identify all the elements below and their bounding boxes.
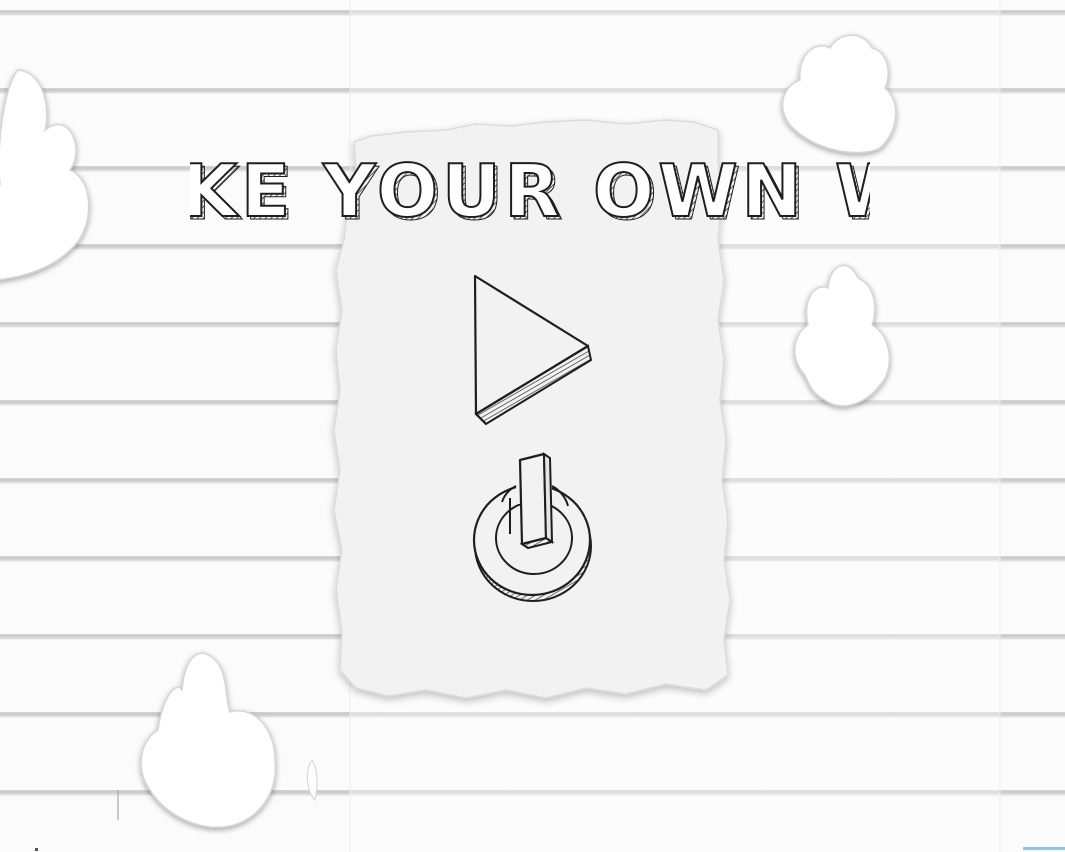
cloud-icon bbox=[0, 69, 90, 281]
cloud-icon bbox=[306, 758, 318, 802]
game-title: MAKE YOUR OWN WAY MAKE YOUR OWN WAY bbox=[190, 148, 870, 235]
play-button[interactable] bbox=[460, 268, 600, 433]
corner-accent-bar bbox=[1023, 847, 1065, 850]
power-icon bbox=[472, 452, 592, 602]
power-button[interactable] bbox=[462, 448, 602, 610]
title-text: MAKE YOUR OWN WAY bbox=[190, 149, 870, 233]
cloud-icon bbox=[781, 34, 897, 154]
main-menu-screen: MAKE YOUR OWN WAY MAKE YOUR OWN WAY bbox=[0, 0, 1065, 852]
play-icon bbox=[473, 274, 593, 426]
cloud-icon bbox=[794, 264, 891, 407]
corner-mark bbox=[35, 848, 38, 851]
cloud-icon bbox=[140, 652, 277, 828]
